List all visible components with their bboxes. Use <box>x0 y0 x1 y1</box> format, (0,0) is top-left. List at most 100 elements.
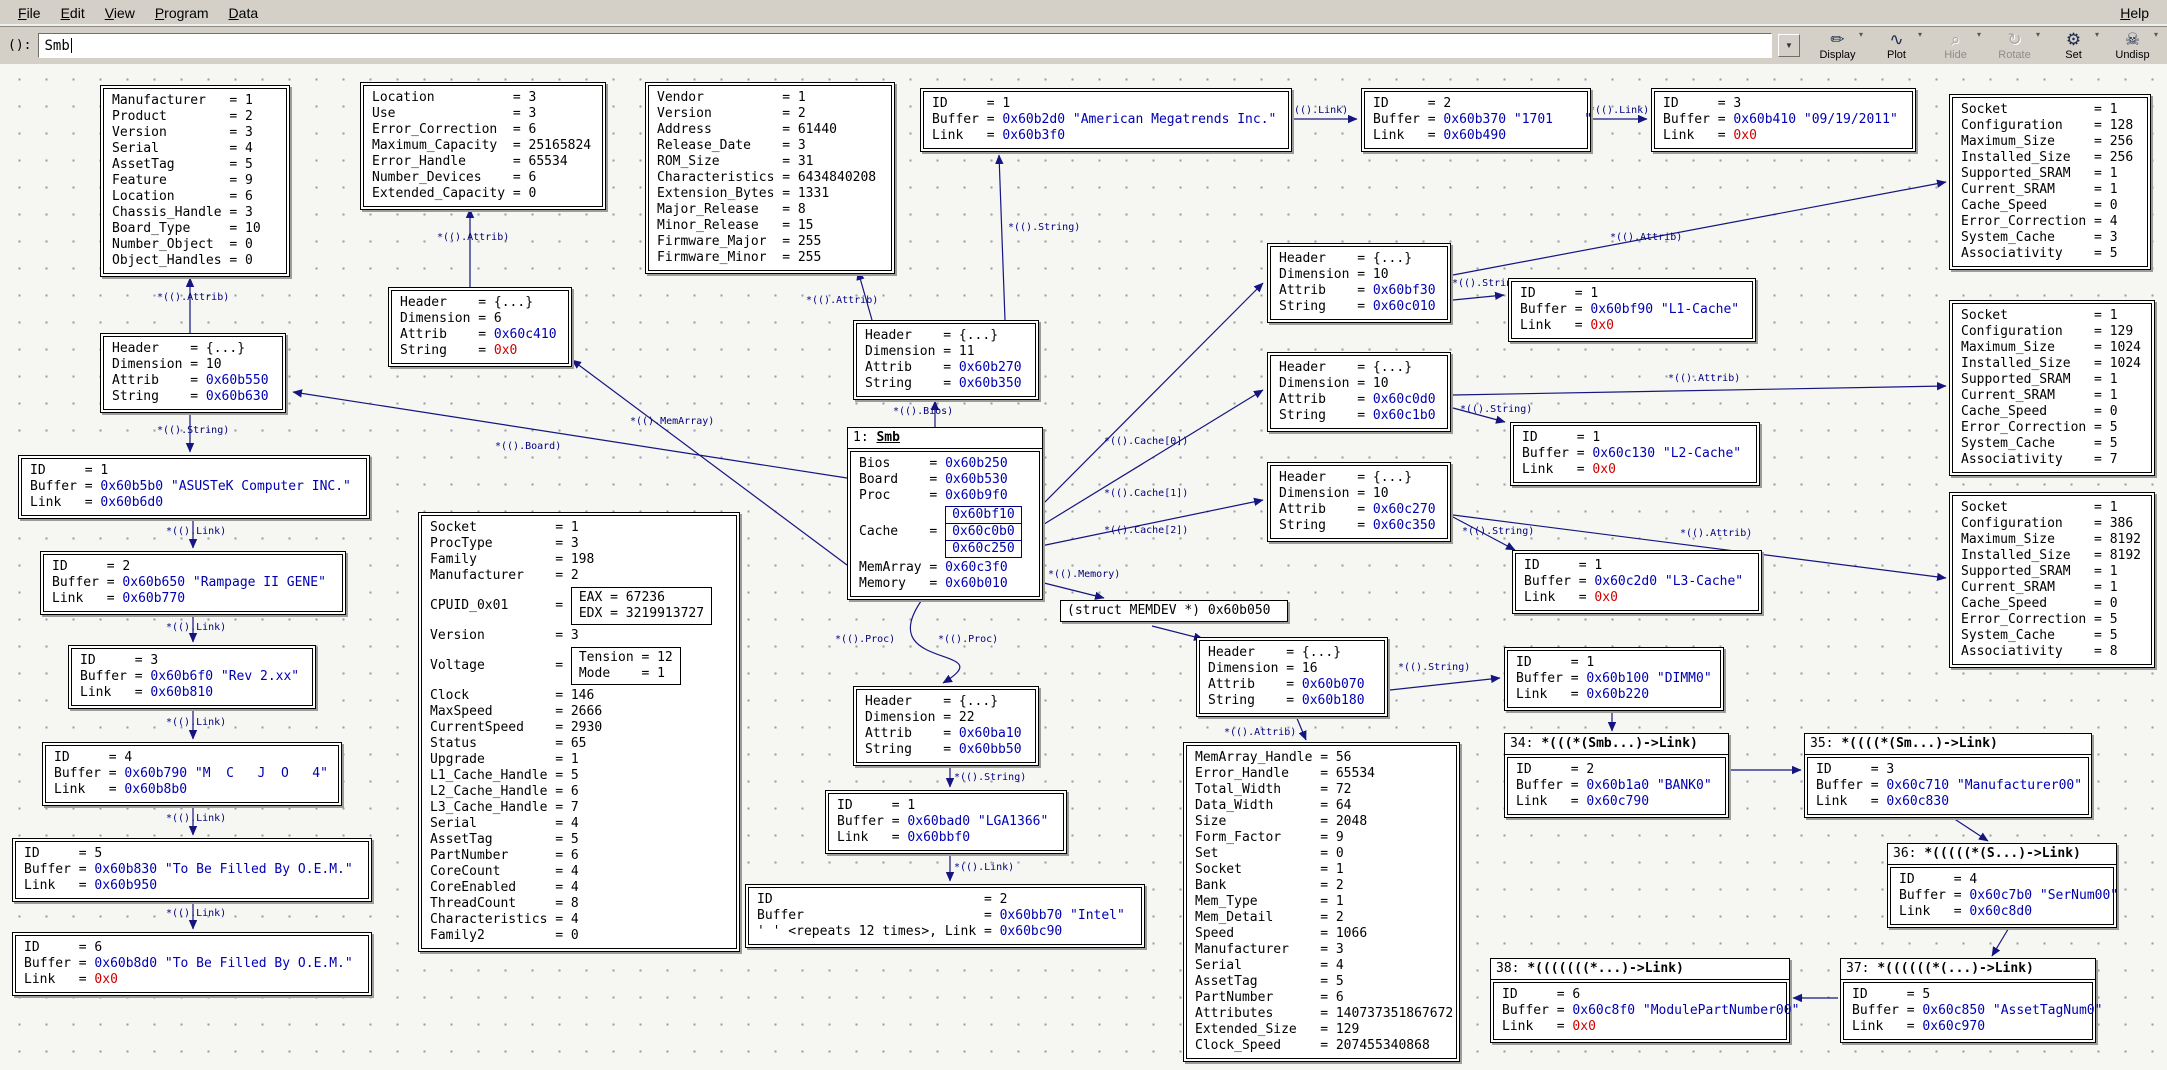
field-value[interactable]: 0x60c3f0 <box>945 560 1008 576</box>
argument-field[interactable]: Smb <box>38 33 1772 58</box>
menu-edit[interactable]: Edit <box>51 3 95 23</box>
field-value[interactable]: 0x60bb50 <box>959 742 1022 758</box>
field-value[interactable]: 0x60c1b0 <box>1373 408 1436 424</box>
menu-help[interactable]: Help <box>2110 3 2159 23</box>
field-value[interactable]: 0x60c8d0 <box>1969 904 2032 920</box>
field-value[interactable]: 0x60b6d0 <box>100 495 163 511</box>
display-box-id_intel[interactable]: ID = 2 Buffer = 0x60bb70 "Intel" ' ' <repeats … <box>745 884 1145 948</box>
display-box-hdr_proc[interactable]: Header = {...} Dimension = 22 Attrib = 0x60ba10 S… <box>853 686 1039 766</box>
field-value[interactable]: 0x0 <box>1594 590 1617 606</box>
field-value[interactable]: 0x60b350 <box>959 376 1022 392</box>
field-value[interactable]: 0x60b220 <box>1586 687 1649 703</box>
display-box-proc[interactable]: Socket = 1 ProcType = 3 Family = 198 Manufacturer… <box>418 512 740 952</box>
display-box-id_dimm[interactable]: ID = 1 Buffer = 0x60b100 "DIMM0" Link = 0x60b220 <box>1504 647 1724 711</box>
display-box-id_rev[interactable]: ID = 3 Buffer = 0x60b6f0 "Rev 2.xx" Link = 0x60b… <box>68 645 316 709</box>
field-value[interactable]: 0x0 <box>1592 462 1615 478</box>
display-box-hdr_bios[interactable]: Header = {...} Dimension = 11 Attrib = 0x60b270 S… <box>853 320 1039 400</box>
display-box-id_asus[interactable]: ID = 1 Buffer = 0x60b5b0 "ASUSTeK Computer IN… <box>18 455 370 519</box>
field-value[interactable]: 0x60c830 <box>1886 794 1949 810</box>
field-value[interactable]: 0x60b6f0 "Rev 2.xx" <box>150 669 299 685</box>
display-box-hdr_c2[interactable]: Header = {...} Dimension = 10 Attrib = 0x60c270 S… <box>1267 462 1451 542</box>
field-value[interactable]: 0x60b950 <box>94 878 157 894</box>
display-box-id_ramp[interactable]: ID = 2 Buffer = 0x60b650 "Rampage II GENE" Lin… <box>40 551 346 615</box>
display-box-mem_attr[interactable]: Location = 3 Use = 3 Error_Correction = 6 Maximum… <box>360 82 606 210</box>
display-box-id_date[interactable]: ID = 3 Buffer = 0x60b410 "09/19/2011" Link = 0x0 <box>1651 88 1916 152</box>
field-value[interactable]: 0x0 <box>1572 1019 1595 1035</box>
menu-program[interactable]: Program <box>145 3 219 23</box>
field-value[interactable]: 0x60b1a0 "BANK0" <box>1586 778 1711 794</box>
field-value[interactable]: 0x60b5b0 "ASUSTeK Computer INC." <box>100 479 350 495</box>
field-value[interactable]: 0x60c2d0 "L3-Cache" <box>1594 574 1743 590</box>
field-value[interactable]: 0x60c410 <box>494 327 557 343</box>
pointer-array-cell[interactable]: 0x60bf10 <box>946 507 1021 524</box>
field-value[interactable]: 0x60c010 <box>1373 299 1436 315</box>
field-value[interactable]: 0x60bf30 <box>1373 283 1436 299</box>
display-box-l38[interactable]: 38: *(((((((*...)->Link) ID = 6 Buffer = 0x60c… <box>1490 958 1799 1043</box>
undisp-button[interactable]: ☠ ▾ Undisp <box>2103 27 2162 64</box>
field-value[interactable]: 0x0 <box>1590 318 1613 334</box>
field-value[interactable]: 0x60b830 "To Be Filled By O.E.M." <box>94 862 352 878</box>
field-value[interactable]: 0x60ba10 <box>959 726 1022 742</box>
argument-dropdown-button[interactable]: ▼ <box>1778 34 1800 57</box>
field-value[interactable]: 0x60bf90 "L1-Cache" <box>1590 302 1739 318</box>
display-box-hdr_memarr[interactable]: Header = {...} Dimension = 6 Attrib = 0x60c410 St… <box>388 287 572 367</box>
display-box-id_l1c[interactable]: ID = 1 Buffer = 0x60bf90 "L1-Cache" Link = 0x0 <box>1508 278 1756 342</box>
field-value[interactable]: 0x60c970 <box>1922 1019 1985 1035</box>
field-value[interactable]: 0x60c0d0 <box>1373 392 1436 408</box>
display-box-l3_attr[interactable]: Socket = 1 Configuration = 386 Maximum_Size = 81… <box>1949 492 2155 668</box>
field-value[interactable]: 0x60b490 <box>1443 128 1506 144</box>
field-value[interactable]: 0x60c270 <box>1373 502 1436 518</box>
field-value[interactable]: 0x60c130 "L2-Cache" <box>1592 446 1741 462</box>
menu-file[interactable]: File <box>8 3 51 23</box>
display-box-id_oem1[interactable]: ID = 5 Buffer = 0x60b830 "To Be Filled By O.E… <box>12 838 372 902</box>
display-box-id_l2c[interactable]: ID = 1 Buffer = 0x60c130 "L2-Cache" Link = 0x0 <box>1510 422 1760 486</box>
field-value[interactable]: 0x60b8d0 "To Be Filled By O.E.M." <box>94 956 352 972</box>
display-box-id_1701[interactable]: ID = 2 Buffer = 0x60b370 "1701 " Link = 0x60b490 <box>1361 88 1592 152</box>
field-value[interactable]: 0x0 <box>1733 128 1756 144</box>
display-box-bios_attr[interactable]: Vendor = 1 Version = 2 Address = 61440 Release_Da… <box>645 82 895 274</box>
display-box-hdr_c0[interactable]: Header = {...} Dimension = 10 Attrib = 0x60bf30 S… <box>1267 243 1451 323</box>
display-box-hdr_c1[interactable]: Header = {...} Dimension = 10 Attrib = 0x60c0d0 S… <box>1267 352 1451 432</box>
field-value[interactable]: 0x60c350 <box>1373 518 1436 534</box>
display-box-hdr_board[interactable]: Header = {...} Dimension = 10 Attrib = 0x60b550 S… <box>100 333 286 413</box>
pointer-array-cell[interactable]: 0x60c0b0 <box>946 524 1021 541</box>
display-box-hdr_mem[interactable]: Header = {...} Dimension = 16 Attrib = 0x60b070 S… <box>1196 637 1388 717</box>
field-value[interactable]: 0x60b410 "09/19/2011" <box>1733 112 1897 128</box>
field-value[interactable]: 0x60bbf0 <box>907 830 970 846</box>
display-box-id_l3c[interactable]: ID = 1 Buffer = 0x60c2d0 "L3-Cache" Link = 0x0 <box>1512 550 1762 614</box>
field-value[interactable]: 0x60b630 <box>206 389 269 405</box>
plot-button[interactable]: ∿ ▾ Plot <box>1867 27 1926 64</box>
field-value[interactable]: 0x60c8f0 "ModulePartNumber00" <box>1572 1003 1799 1019</box>
display-box-smb[interactable]: 1: Smb Bios = 0x60b250 Board = 0x60b530 Proc = 0x… <box>847 427 1043 600</box>
field-value[interactable]: 0x60b9f0 <box>945 488 1008 504</box>
field-value[interactable]: 0x60c710 "Manufacturer00" <box>1886 778 2082 794</box>
display-box-id_am[interactable]: ID = 1 Buffer = 0x60b2d0 "American Megatrends… <box>920 88 1292 152</box>
field-value[interactable]: 0x60b810 <box>150 685 213 701</box>
display-button[interactable]: ✏ ▾ Display <box>1808 27 1867 64</box>
display-box-l1_attr[interactable]: Socket = 1 Configuration = 128 Maximum_Size = 25… <box>1949 94 2151 270</box>
set-button[interactable]: ⚙ ▾ Set <box>2044 27 2103 64</box>
field-value[interactable]: 0x60b550 <box>206 373 269 389</box>
field-value[interactable]: 0x60b270 <box>959 360 1022 376</box>
field-value[interactable]: 0x0 <box>94 972 117 988</box>
field-value[interactable]: 0x60b530 <box>945 472 1008 488</box>
menu-data[interactable]: Data <box>219 3 269 23</box>
field-value[interactable]: 0x0 <box>494 343 517 359</box>
field-value[interactable]: 0x60c790 <box>1586 794 1649 810</box>
field-value[interactable]: 0x60b770 <box>122 591 185 607</box>
field-value[interactable]: 0x60b650 "Rampage II GENE" <box>122 575 326 591</box>
display-box-manuf[interactable]: Manufacturer = 1 Product = 2 Version = 3 Serial = 4… <box>100 85 290 277</box>
field-value[interactable]: 0x60b250 <box>945 456 1008 472</box>
field-value[interactable]: 0x60b180 <box>1302 693 1365 709</box>
field-value[interactable]: 0x60bc90 <box>1000 924 1063 940</box>
field-value[interactable]: 0x60b790 "M C J O 4" <box>124 766 328 782</box>
field-value[interactable]: 0x60b8b0 <box>124 782 187 798</box>
menu-view[interactable]: View <box>95 3 145 23</box>
field-value[interactable]: 0x60b370 "1701 " <box>1443 112 1592 128</box>
display-box-memdev[interactable]: MemArray_Handle = 56 Error_Handle = 65534 Tota… <box>1183 742 1460 1062</box>
field-value[interactable]: 0x60bad0 "LGA1366" <box>907 814 1048 830</box>
display-box-l36[interactable]: 36: *(((((*(S...)->Link) ID = 4 Buffer = 0x60c… <box>1887 843 2118 928</box>
display-box-id_oem2[interactable]: ID = 6 Buffer = 0x60b8d0 "To Be Filled By O.E… <box>12 932 372 996</box>
display-box-memdev_cast[interactable]: (struct MEMDEV *) 0x60b050 <box>1060 600 1288 622</box>
display-box-id_lga[interactable]: ID = 1 Buffer = 0x60bad0 "LGA1366" Link = 0x60bb… <box>825 790 1067 854</box>
